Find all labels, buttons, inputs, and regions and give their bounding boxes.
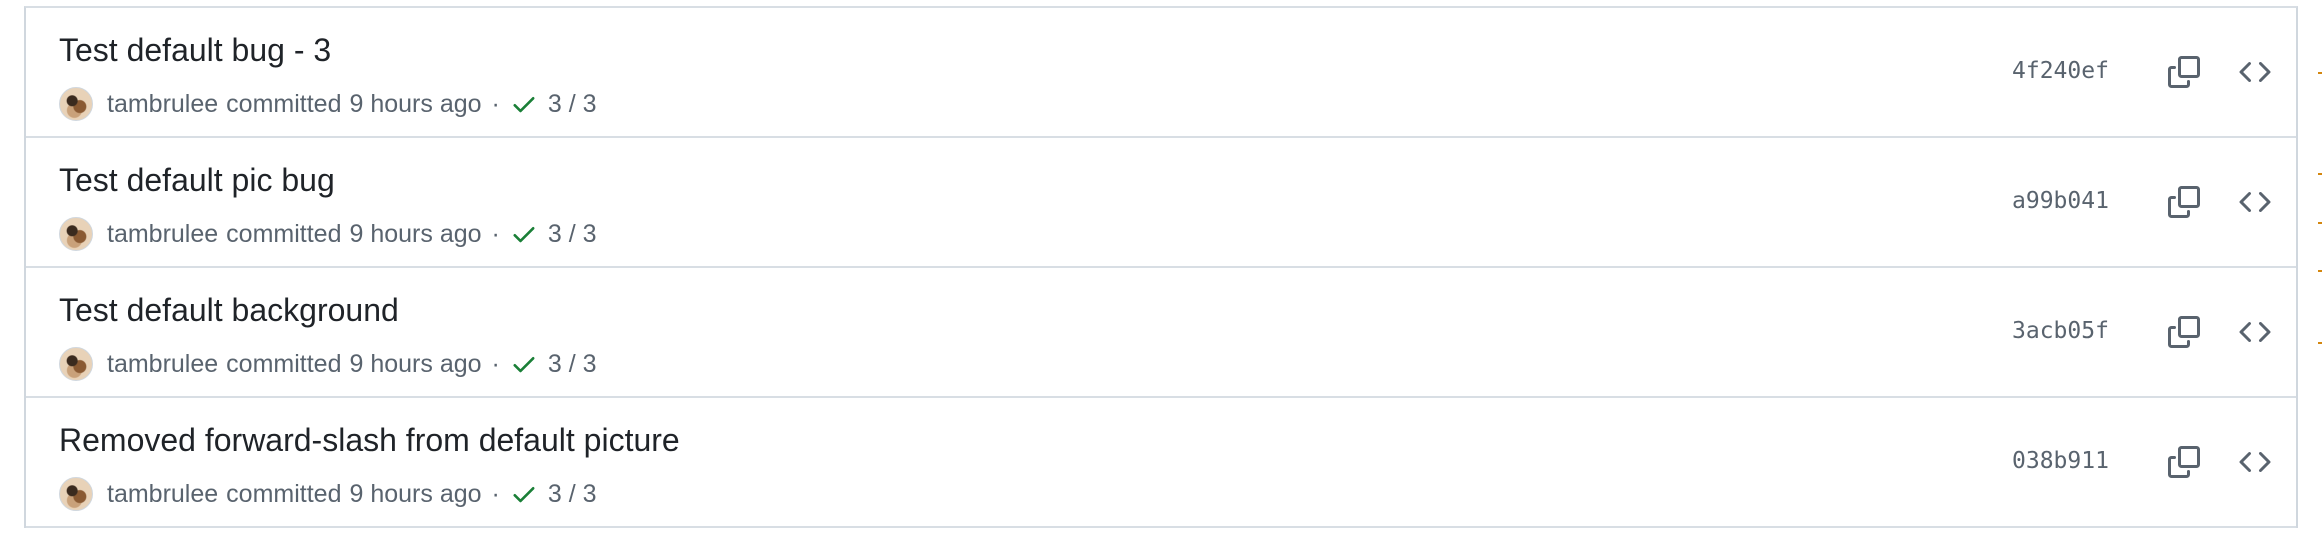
code-icon [2239, 61, 2271, 83]
commit-action: committed [226, 479, 342, 508]
check-icon[interactable] [510, 220, 538, 248]
copy-icon [2168, 186, 2200, 218]
copy-sha-button[interactable] [2162, 442, 2206, 482]
check-icon[interactable] [510, 350, 538, 378]
commit-row: Removed forward-slash from default pictu… [26, 398, 2296, 528]
check-icon[interactable] [510, 90, 538, 118]
copy-icon [2168, 56, 2200, 88]
commit-meta: tambrulee committed 9 hours ago · 3 / 3 [59, 474, 597, 514]
commit-time: 9 hours ago [349, 349, 482, 378]
commit-meta: tambrulee committed 9 hours ago · 3 / 3 [59, 214, 597, 254]
commit-meta: tambrulee committed 9 hours ago · 3 / 3 [59, 84, 597, 124]
commit-author-link[interactable]: tambrulee [107, 90, 218, 119]
avatar[interactable] [59, 217, 93, 251]
commit-meta: tambrulee committed 9 hours ago · 3 / 3 [59, 344, 597, 384]
browse-repo-button[interactable] [2233, 182, 2277, 222]
commit-sha-link[interactable]: 4f240ef [2012, 56, 2109, 86]
graph-tick [2318, 173, 2322, 175]
graph-tick [2318, 342, 2322, 344]
copy-icon [2168, 316, 2200, 348]
meta-separator: · [491, 219, 500, 248]
browse-repo-button[interactable] [2233, 312, 2277, 352]
graph-tick [2318, 270, 2322, 272]
commit-row: Test default pic bug tambrulee committed… [26, 138, 2296, 268]
copy-sha-button[interactable] [2162, 182, 2206, 222]
meta-separator: · [491, 89, 500, 118]
browse-repo-button[interactable] [2233, 52, 2277, 92]
commit-row: Test default background tambrulee commit… [26, 268, 2296, 398]
commit-title-link[interactable]: Test default background [59, 290, 399, 330]
code-icon [2239, 321, 2271, 343]
commit-sha-link[interactable]: 3acb05f [2012, 316, 2109, 346]
copy-icon [2168, 446, 2200, 478]
checks-status[interactable]: 3 / 3 [548, 350, 597, 379]
commit-time: 9 hours ago [349, 479, 482, 508]
activity-graph-edge [2318, 0, 2322, 550]
avatar[interactable] [59, 347, 93, 381]
commit-action: committed [226, 219, 342, 248]
checks-status[interactable]: 3 / 3 [548, 220, 597, 249]
avatar[interactable] [59, 477, 93, 511]
meta-separator: · [491, 479, 500, 508]
commit-action: committed [226, 349, 342, 378]
commit-row: Test default bug - 3 tambrulee committed… [26, 8, 2296, 138]
avatar[interactable] [59, 87, 93, 121]
commit-title-link[interactable]: Test default pic bug [59, 160, 335, 200]
commit-time: 9 hours ago [349, 219, 482, 248]
browse-repo-button[interactable] [2233, 442, 2277, 482]
checks-status[interactable]: 3 / 3 [548, 90, 597, 119]
checks-status[interactable]: 3 / 3 [548, 480, 597, 509]
check-icon[interactable] [510, 480, 538, 508]
copy-sha-button[interactable] [2162, 52, 2206, 92]
commit-sha-link[interactable]: 038b911 [2012, 446, 2109, 476]
meta-separator: · [491, 349, 500, 378]
commit-author-link[interactable]: tambrulee [107, 350, 218, 379]
graph-tick [2318, 222, 2322, 224]
commit-action: committed [226, 89, 342, 118]
commit-author-link[interactable]: tambrulee [107, 220, 218, 249]
commit-title-link[interactable]: Removed forward-slash from default pictu… [59, 420, 680, 460]
copy-sha-button[interactable] [2162, 312, 2206, 352]
commit-title-link[interactable]: Test default bug - 3 [59, 30, 331, 70]
code-icon [2239, 451, 2271, 473]
commit-time: 9 hours ago [349, 89, 482, 118]
code-icon [2239, 191, 2271, 213]
commit-list: Test default bug - 3 tambrulee committed… [24, 6, 2298, 528]
graph-tick [2318, 72, 2322, 74]
commit-author-link[interactable]: tambrulee [107, 480, 218, 509]
commit-sha-link[interactable]: a99b041 [2012, 186, 2109, 216]
